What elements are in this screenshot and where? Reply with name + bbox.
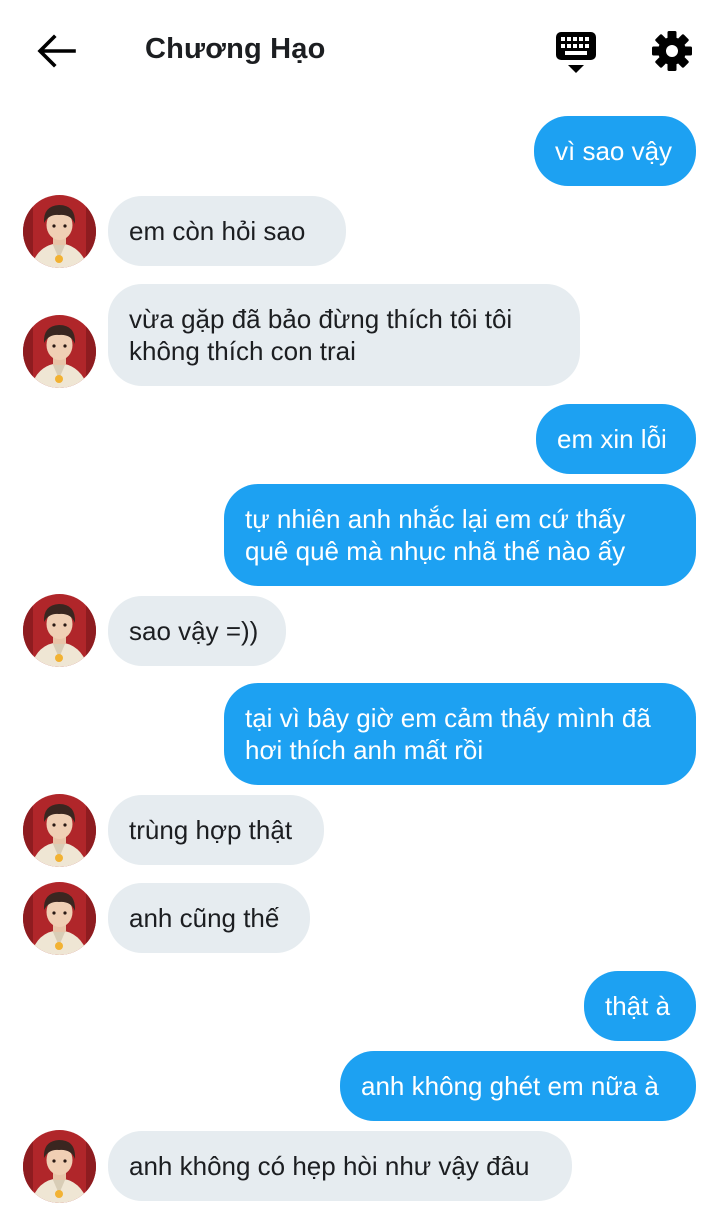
received-message[interactable]: trùng hợp thật <box>108 795 324 865</box>
contact-name: Chương Hạo <box>145 33 326 65</box>
sent-message[interactable]: tại vì bây giờ em cảm thấy mình đã hơi t… <box>224 683 696 785</box>
received-message[interactable]: anh cũng thế <box>108 883 310 953</box>
contact-avatar[interactable] <box>23 315 96 388</box>
keyboard-button[interactable] <box>552 28 600 76</box>
chat-header: Chương Hạo <box>0 0 720 100</box>
contact-avatar[interactable] <box>23 882 96 955</box>
received-message[interactable]: sao vậy =)) <box>108 596 286 666</box>
sent-message[interactable]: anh không ghét em nữa à <box>340 1051 696 1121</box>
arrow-left-icon <box>37 34 76 68</box>
contact-avatar[interactable] <box>23 794 96 867</box>
contact-avatar[interactable] <box>23 594 96 667</box>
sent-message[interactable]: tự nhiên anh nhắc lại em cứ thấy quê quê… <box>224 484 696 586</box>
keyboard-icon <box>556 32 596 73</box>
received-message[interactable]: vừa gặp đã bảo đừng thích tôi tôi không … <box>108 284 580 386</box>
sent-message[interactable]: vì sao vậy <box>534 116 696 186</box>
contact-avatar[interactable] <box>23 1130 96 1203</box>
gear-icon <box>652 31 692 71</box>
sent-message[interactable]: em xin lỗi <box>536 404 696 474</box>
back-button[interactable] <box>30 28 80 74</box>
received-message[interactable]: em còn hỏi sao <box>108 196 346 266</box>
sent-message[interactable]: thật à <box>584 971 696 1041</box>
received-message[interactable]: anh không có hẹp hòi như vậy đâu <box>108 1131 572 1201</box>
settings-button[interactable] <box>648 27 696 75</box>
contact-avatar[interactable] <box>23 195 96 268</box>
